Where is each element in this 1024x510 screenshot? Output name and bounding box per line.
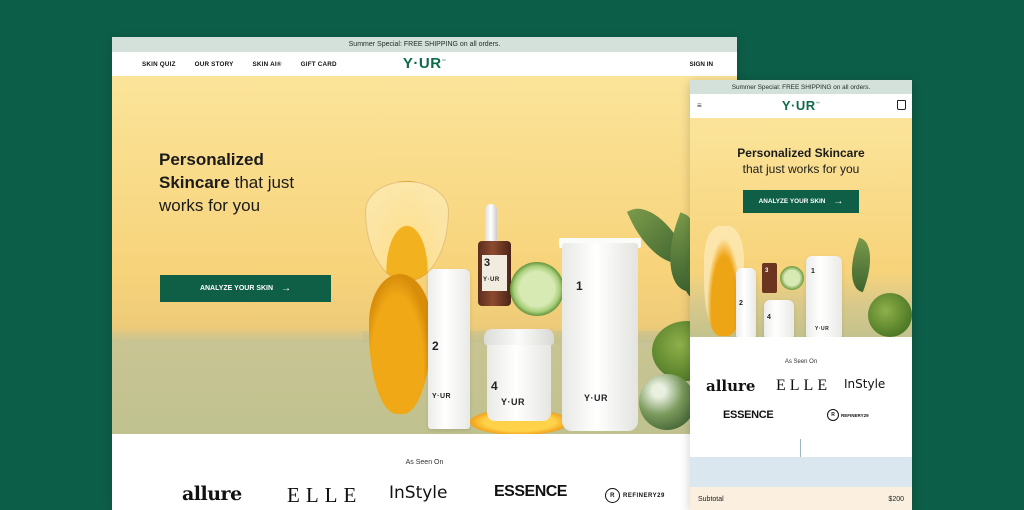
hero-title-rest-2: works for you <box>159 196 261 215</box>
dropper-cap-image <box>485 204 497 244</box>
product-number-2: 2 <box>432 339 439 353</box>
cta-label: ANALYZE YOUR SKIN <box>758 198 826 205</box>
nav-skin-ai[interactable]: SKIN AI® <box>253 61 282 68</box>
nav-skin-quiz[interactable]: SKIN QUIZ <box>142 61 176 68</box>
mobile-broccoli-image <box>868 293 912 337</box>
product-tube-1: 1 Y·UR <box>562 243 638 431</box>
as-seen-on-section: As Seen On allure ELLE InStyle ESSENCE R… <box>112 434 737 510</box>
r29-icon: R <box>827 409 839 421</box>
refinery29-logo: R REFINERY29 <box>605 488 665 503</box>
nav-links: SKIN QUIZ OUR STORY SKIN AI® GIFT CARD <box>142 61 337 68</box>
r29-text: REFINERY29 <box>623 492 665 499</box>
desktop-window: Summer Special: FREE SHIPPING on all ord… <box>112 37 737 510</box>
mobile-hero-section: Personalized Skincare that just works for… <box>690 118 912 337</box>
hourglass-top-image <box>365 181 449 281</box>
hero-title-bold-2: Skincare <box>159 173 230 192</box>
serum-label: 3 Y·UR <box>482 255 507 291</box>
product-logo: Y·UR <box>483 277 500 283</box>
mobile-product-tube-1: 1 Y·UR <box>806 256 842 337</box>
product-number-4: 4 <box>767 314 771 321</box>
subtotal-label: Subtotal <box>698 496 724 503</box>
allure-logo: allure <box>706 377 756 395</box>
product-number-3: 3 <box>484 257 491 269</box>
refinery29-logo: R REFINERY29 <box>827 409 869 421</box>
top-nav: SKIN QUIZ OUR STORY SKIN AI® GIFT CARD Y… <box>112 52 737 76</box>
as-seen-on-label: As Seen On <box>784 359 818 365</box>
mobile-blue-section <box>690 457 912 487</box>
instyle-logo: InStyle <box>389 483 448 503</box>
subtotal-value: $200 <box>888 496 904 503</box>
arrow-right-icon: → <box>833 196 844 207</box>
cta-label: ANALYZE YOUR SKIN <box>199 285 274 292</box>
mobile-brand-logo[interactable]: Y·UR™ <box>782 98 820 113</box>
mobile-cucumber-image <box>780 266 804 290</box>
product-logo: Y·UR <box>815 326 830 332</box>
hero-title-bold-1: Personalized <box>159 150 264 169</box>
hero-title-rest-1: that just <box>229 173 295 192</box>
mobile-nav: ≡ Y·UR™ <box>690 94 912 118</box>
product-logo: Y·UR <box>432 393 452 400</box>
logo-text: Y·UR <box>402 55 442 72</box>
logo-text: Y·UR <box>781 98 816 113</box>
mobile-product-bottle-2: 2 <box>736 268 756 337</box>
elle-logo: ELLE <box>776 377 832 394</box>
elle-logo: ELLE <box>287 483 363 507</box>
mobile-promo-banner: Summer Special: FREE SHIPPING on all ord… <box>690 80 912 94</box>
as-seen-on-label: As Seen On <box>405 459 444 466</box>
hamburger-menu-icon[interactable]: ≡ <box>697 101 702 110</box>
product-bottle-2: 2 Y·UR <box>428 269 470 429</box>
hero-title: Personalized Skincare that just works for … <box>159 148 329 217</box>
product-number-1: 1 <box>811 268 815 275</box>
product-logo: Y·UR <box>501 397 525 407</box>
logo-tm: ™ <box>441 58 447 63</box>
mobile-window: Summer Special: FREE SHIPPING on all ord… <box>690 80 912 510</box>
r29-icon: R <box>605 488 620 503</box>
promo-banner: Summer Special: FREE SHIPPING on all ord… <box>112 37 737 52</box>
analyze-skin-button[interactable]: ANALYZE YOUR SKIN → <box>160 275 331 302</box>
allure-logo: allure <box>182 483 242 505</box>
hero-section: Personalized Skincare that just works for … <box>112 76 737 434</box>
nav-our-story[interactable]: OUR STORY <box>195 61 234 68</box>
essence-logo: ESSENCE <box>494 483 567 500</box>
cucumber-slice-image <box>510 262 564 316</box>
hourglass-bottom-image <box>369 274 431 414</box>
product-number-3: 3 <box>765 268 769 274</box>
product-serum-3: 3 Y·UR <box>478 241 511 306</box>
glass-sphere-image <box>639 374 695 430</box>
essence-logo: ESSENCE <box>723 409 774 421</box>
arrow-right-icon: → <box>281 283 292 294</box>
product-number-4: 4 <box>491 379 498 393</box>
mobile-plant-image <box>842 237 880 293</box>
mobile-hero-title-rest: that just works for you <box>742 162 860 176</box>
mobile-analyze-skin-button[interactable]: ANALYZE YOUR SKIN → <box>743 190 859 213</box>
product-number-1: 1 <box>576 279 583 293</box>
mobile-serum-3: 3 <box>762 263 777 293</box>
mobile-hero-title: Personalized Skincare that just works for… <box>690 145 912 177</box>
product-number-2: 2 <box>739 300 743 307</box>
nav-gift-card[interactable]: GIFT CARD <box>301 61 337 68</box>
logo-tm: ™ <box>815 100 821 106</box>
r29-text: REFINERY29 <box>841 412 869 418</box>
brand-logo[interactable]: Y·UR™ <box>403 55 446 72</box>
mobile-hero-title-bold: Personalized Skincare <box>737 146 865 160</box>
product-logo: Y·UR <box>584 393 608 403</box>
instyle-logo: InStyle <box>844 377 886 391</box>
mobile-as-seen-on: As Seen On allure ELLE InStyle ESSENCE R… <box>690 337 912 469</box>
sign-in-link[interactable]: SIGN IN <box>690 61 713 68</box>
jar-lid-image <box>484 329 554 345</box>
subtotal-bar: Subtotal $200 <box>690 487 912 510</box>
shopping-bag-icon[interactable] <box>897 100 906 110</box>
mobile-product-jar-4: 4 <box>764 300 794 337</box>
